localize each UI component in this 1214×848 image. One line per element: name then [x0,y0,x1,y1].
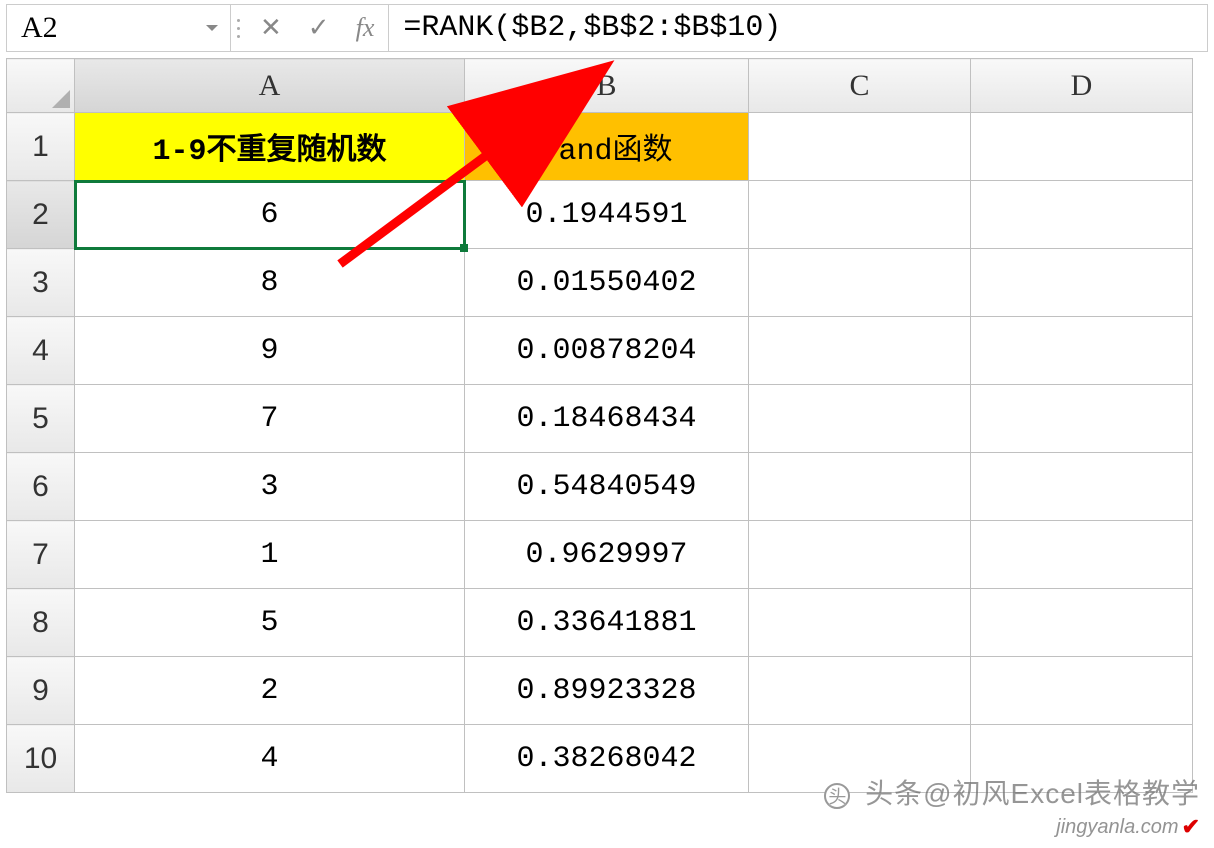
column-header-b[interactable]: B [465,59,749,113]
row-header[interactable]: 5 [7,385,75,453]
divider-dots-icon [231,19,246,38]
cell-a8[interactable]: 5 [75,589,465,657]
column-header-c[interactable]: C [749,59,971,113]
cell-a10[interactable]: 4 [75,725,465,793]
cell-a2[interactable]: 6 [75,181,465,249]
cell-a7[interactable]: 1 [75,521,465,589]
confirm-icon[interactable]: ✓ [308,13,330,43]
formula-input[interactable]: =RANK($B2,$B$2:$B$10) [389,5,1207,51]
row-header[interactable]: 9 [7,657,75,725]
row-header[interactable]: 10 [7,725,75,793]
row-header[interactable]: 2 [7,181,75,249]
cell-b2[interactable]: 0.1944591 [465,181,749,249]
cancel-icon[interactable]: ✕ [260,13,282,43]
cell-a3[interactable]: 8 [75,249,465,317]
cell-b7[interactable]: 0.9629997 [465,521,749,589]
watermark-line1: 头条@初风Excel表格教学 [865,778,1200,809]
cell[interactable] [971,113,1193,181]
fx-icon[interactable]: fx [356,13,375,43]
cell-b6[interactable]: 0.54840549 [465,453,749,521]
cell-reference: A2 [21,11,58,45]
spreadsheet-grid: A B C D 1 1-9不重复随机数 rand函数 2 6 0.1944591… [6,58,1193,793]
table-header-a[interactable]: 1-9不重复随机数 [75,113,465,181]
row-header[interactable]: 8 [7,589,75,657]
cell[interactable] [971,521,1193,589]
cell-b5[interactable]: 0.18468434 [465,385,749,453]
row-header[interactable]: 6 [7,453,75,521]
cell-b10[interactable]: 0.38268042 [465,725,749,793]
cell[interactable] [749,113,971,181]
row-header[interactable]: 1 [7,113,75,181]
cell-b9[interactable]: 0.89923328 [465,657,749,725]
row-header[interactable]: 4 [7,317,75,385]
cell[interactable] [749,385,971,453]
cell[interactable] [971,657,1193,725]
checkmark-icon: ✔ [1182,814,1200,840]
formula-bar: A2 ✕ ✓ fx =RANK($B2,$B$2:$B$10) [6,4,1208,52]
watermark-logo-icon [824,783,850,809]
cell[interactable] [971,181,1193,249]
watermark-site: jingyanla.com ✔ [1056,814,1200,840]
column-header-a[interactable]: A [75,59,465,113]
table-header-b[interactable]: rand函数 [465,113,749,181]
cell[interactable] [971,385,1193,453]
cell[interactable] [749,249,971,317]
formula-buttons: ✕ ✓ fx [246,5,389,51]
row-header[interactable]: 3 [7,249,75,317]
cell-a5[interactable]: 7 [75,385,465,453]
cell-b3[interactable]: 0.01550402 [465,249,749,317]
cell[interactable] [971,317,1193,385]
cell[interactable] [749,521,971,589]
cell-a9[interactable]: 2 [75,657,465,725]
cell[interactable] [971,589,1193,657]
cell-a4[interactable]: 9 [75,317,465,385]
cell-b4[interactable]: 0.00878204 [465,317,749,385]
formula-text: =RANK($B2,$B$2:$B$10) [403,11,781,45]
row-header[interactable]: 7 [7,521,75,589]
column-header-d[interactable]: D [971,59,1193,113]
cell-a6[interactable]: 3 [75,453,465,521]
watermark-text: 头条@初风Excel表格教学 [824,772,1200,812]
cell[interactable] [749,181,971,249]
watermark-line2: jingyanla.com [1056,816,1178,839]
select-all-corner[interactable] [7,59,75,113]
cell[interactable] [749,317,971,385]
cell[interactable] [749,657,971,725]
cell[interactable] [749,589,971,657]
cell-b8[interactable]: 0.33641881 [465,589,749,657]
chevron-down-icon[interactable] [206,25,218,31]
cell[interactable] [971,453,1193,521]
cell[interactable] [971,249,1193,317]
name-box[interactable]: A2 [7,5,231,51]
cell[interactable] [749,453,971,521]
